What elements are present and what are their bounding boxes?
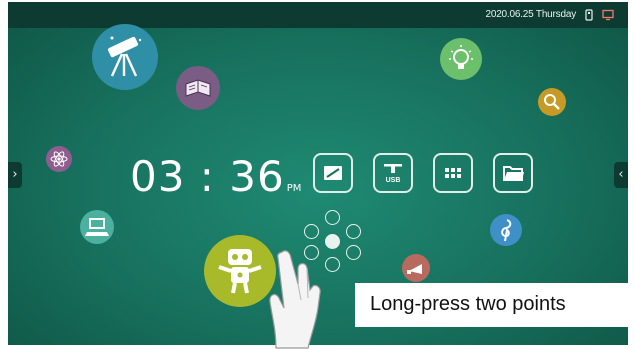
robot-bubble[interactable]	[204, 235, 276, 307]
sync-icon[interactable]	[346, 224, 361, 239]
music-note-icon	[501, 219, 512, 242]
telescope-bubble[interactable]	[92, 24, 158, 90]
whiteboard-app-button[interactable]	[313, 153, 353, 193]
telescope-icon	[107, 36, 142, 77]
magnifier-icon	[544, 94, 560, 110]
clock: 03 : 36 PM	[130, 152, 301, 201]
usb-app-button[interactable]: USB	[373, 153, 413, 193]
gesture-caption: Long-press two points	[370, 293, 566, 315]
usb-storage-icon[interactable]	[583, 8, 595, 21]
usb-icon: USB	[384, 164, 402, 184]
book-icon	[185, 79, 211, 97]
date-time: 2020.06.25 Thursday	[485, 9, 576, 20]
music-bubble[interactable]	[490, 214, 522, 246]
folder-icon	[503, 166, 524, 181]
lightbulb-icon	[449, 45, 473, 69]
megaphone-icon	[407, 264, 422, 274]
magnifier-bubble[interactable]	[538, 88, 566, 116]
screen-mirror-icon[interactable]	[602, 8, 614, 21]
whiteboard-icon	[324, 166, 342, 180]
atom-icon	[50, 151, 68, 167]
atom-bubble[interactable]	[46, 146, 72, 172]
apps-grid-icon	[445, 168, 461, 178]
clock-time: 03 : 36	[130, 152, 285, 201]
toolbar-icon[interactable]	[325, 210, 340, 225]
book-bubble[interactable]	[176, 66, 220, 110]
computer-icon	[85, 218, 109, 236]
home-icon[interactable]	[304, 224, 319, 239]
right-edge-arrow[interactable]: ‹	[614, 162, 628, 188]
clock-ampm: PM	[286, 183, 302, 194]
lightbulb-bubble[interactable]	[440, 38, 482, 80]
all-apps-button[interactable]	[433, 153, 473, 193]
left-edge-arrow[interactable]: ›	[8, 162, 22, 188]
hand-gesture-icon	[269, 250, 321, 349]
input-icon[interactable]	[346, 245, 361, 260]
robot-icon	[218, 249, 262, 294]
computer-bubble[interactable]	[80, 210, 114, 244]
usb-label: USB	[386, 177, 401, 184]
file-manager-app-button[interactable]	[493, 153, 533, 193]
megaphone-bubble[interactable]	[402, 254, 430, 282]
